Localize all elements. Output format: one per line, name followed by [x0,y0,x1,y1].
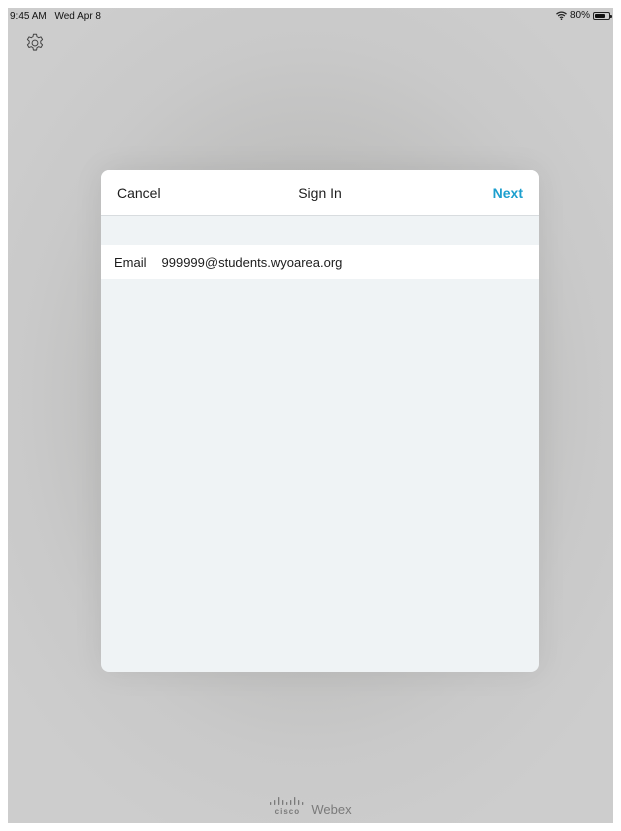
email-row[interactable]: Email [101,245,539,279]
app-screen: 9:45 AM Wed Apr 8 80% Cancel Sign In Nex… [8,8,613,823]
settings-button[interactable] [24,32,46,54]
cisco-logo: cisco [269,797,305,816]
sign-in-dialog: Cancel Sign In Next Email [101,170,539,672]
battery-percent: 80% [569,10,590,21]
next-button[interactable]: Next [493,185,523,201]
gear-icon [26,33,44,51]
brand-footer: cisco Webex [8,796,613,817]
webex-wordmark: Webex [311,802,352,817]
status-bar: 9:45 AM Wed Apr 8 80% [8,8,613,26]
battery-icon [593,11,612,20]
cisco-bars-icon [270,797,304,805]
status-right: 80% [556,10,612,21]
cisco-wordmark: cisco [274,807,301,816]
dialog-title: Sign In [298,185,342,201]
battery-fill [595,13,606,18]
status-time: 9:45 AM [10,11,47,22]
status-left: 9:45 AM Wed Apr 8 [10,11,101,22]
status-date: Wed Apr 8 [54,11,101,22]
email-label: Email [114,254,147,270]
email-field[interactable] [161,254,462,270]
cancel-button[interactable]: Cancel [117,185,161,201]
wifi-icon [556,11,567,20]
dialog-header: Cancel Sign In Next [101,170,539,216]
